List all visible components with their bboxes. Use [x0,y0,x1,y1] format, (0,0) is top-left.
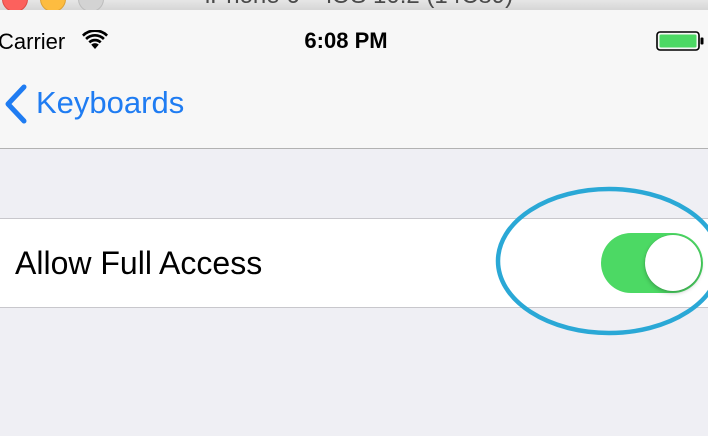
battery-icon [656,31,704,51]
navigation-bar: Keyboards [0,68,708,149]
allow-full-access-label: Allow Full Access [15,245,263,281]
allow-full-access-toggle[interactable] [601,233,703,293]
toggle-knob [645,235,701,291]
status-bar: Carrier 6:08 PM [0,10,708,68]
chevron-left-icon [5,84,27,124]
window-title: iPhone 6 – iOS 10.2 (14C89) [0,0,708,10]
simulator-title-bar: iPhone 6 – iOS 10.2 (14C89) [0,0,708,10]
back-button-label: Keyboards [36,85,185,120]
status-time: 6:08 PM [304,28,388,53]
back-button[interactable]: Keyboards [0,80,184,128]
allow-full-access-row: Allow Full Access [0,218,708,308]
